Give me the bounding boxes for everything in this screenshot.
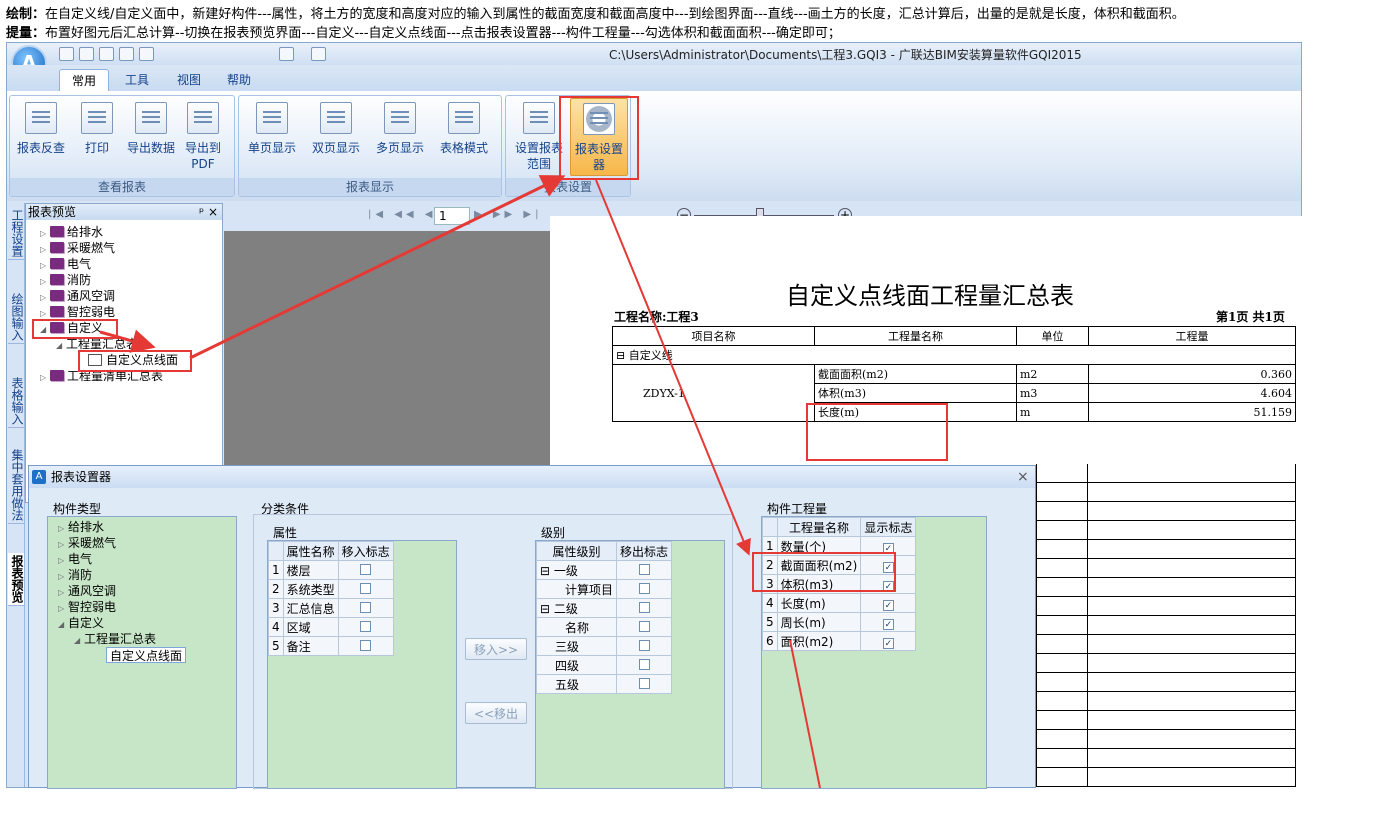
arrow-line — [595, 179, 751, 556]
annotation-arrows — [99, 175, 821, 788]
arrow-line — [189, 175, 566, 360]
arrow-line — [789, 639, 821, 788]
arrow-line — [99, 329, 156, 353]
